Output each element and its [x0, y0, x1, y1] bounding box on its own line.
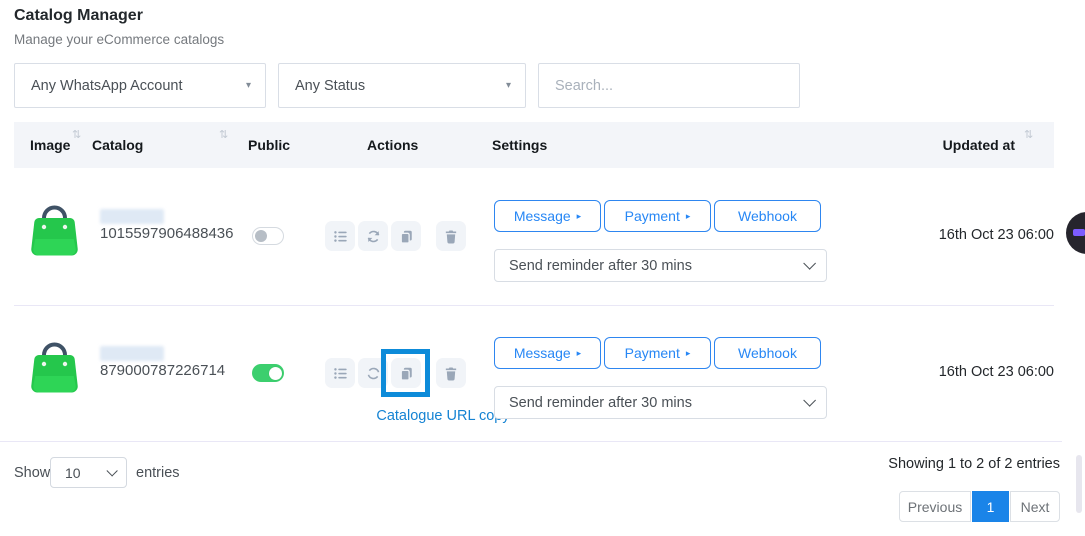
chevron-down-icon [803, 394, 816, 407]
page-size-value: 10 [65, 465, 81, 481]
message-settings-button[interactable]: Message ▸ [494, 200, 601, 232]
list-products-button[interactable] [325, 221, 355, 251]
submenu-caret-icon: ▸ [577, 349, 582, 358]
webhook-button-label: Webhook [738, 345, 797, 361]
page-title: Catalog Manager [14, 7, 143, 25]
webhook-button-label: Webhook [738, 208, 797, 224]
message-settings-button[interactable]: Message ▸ [494, 337, 601, 369]
delete-catalog-button[interactable] [436, 221, 466, 251]
catalog-name-redacted [100, 346, 164, 361]
catalog-name-redacted [100, 209, 164, 224]
sort-icon[interactable]: ⇅ [1024, 128, 1033, 141]
payment-settings-button[interactable]: Payment ▸ [604, 337, 711, 369]
whatsapp-account-dropdown-value: Any WhatsApp Account [31, 78, 183, 94]
floating-widget-button[interactable] [1066, 212, 1085, 254]
message-button-label: Message [514, 345, 571, 361]
catalog-image [27, 197, 82, 259]
dropdown-caret-icon: ▾ [246, 80, 251, 91]
public-toggle[interactable] [252, 227, 284, 245]
webhook-settings-button[interactable]: Webhook [714, 337, 821, 369]
toggle-knob [269, 367, 282, 380]
annotation-highlight-box [381, 349, 430, 397]
submenu-caret-icon: ▸ [686, 349, 691, 358]
reminder-select[interactable]: Send reminder after 30 mins [494, 386, 827, 419]
refresh-icon [366, 229, 381, 244]
delete-catalog-button[interactable] [436, 358, 466, 388]
webhook-settings-button[interactable]: Webhook [714, 200, 821, 232]
dropdown-caret-icon: ▾ [506, 80, 511, 91]
widget-glyph-icon [1073, 229, 1085, 236]
reminder-select[interactable]: Send reminder after 30 mins [494, 249, 827, 282]
entries-label: entries [136, 465, 180, 481]
sort-icon[interactable]: ⇅ [72, 128, 81, 141]
toggle-knob [255, 230, 267, 242]
list-products-button[interactable] [325, 358, 355, 388]
page-size-select[interactable]: 10 [50, 457, 127, 488]
copy-catalog-url-button[interactable] [391, 221, 421, 251]
payment-button-label: Payment [625, 345, 680, 361]
footer-divider [0, 441, 1062, 442]
trash-icon [444, 366, 458, 381]
page-subtitle: Manage your eCommerce catalogs [14, 32, 224, 47]
updated-at-value: 16th Oct 23 06:00 [900, 364, 1054, 380]
public-toggle[interactable] [252, 364, 284, 382]
showing-entries-text: Showing 1 to 2 of 2 entries [830, 456, 1060, 472]
scrollbar-thumb[interactable] [1076, 455, 1082, 513]
catalog-id: 1015597906488436 [100, 225, 233, 242]
submenu-caret-icon: ▸ [686, 212, 691, 221]
list-icon [333, 229, 348, 244]
reminder-select-value: Send reminder after 30 mins [509, 395, 692, 411]
chevron-down-icon [106, 465, 117, 476]
catalog-id: 879000787226714 [100, 362, 225, 379]
column-header-settings: Settings [492, 122, 547, 168]
search-input[interactable] [538, 63, 800, 108]
sort-icon[interactable]: ⇅ [219, 128, 228, 141]
whatsapp-account-dropdown[interactable]: Any WhatsApp Account ▾ [14, 63, 266, 108]
column-header-public: Public [248, 122, 290, 168]
column-header-catalog[interactable]: Catalog [92, 122, 143, 168]
column-header-actions: Actions [367, 122, 418, 168]
copy-icon [399, 229, 414, 244]
catalog-manager-page: Catalog Manager Manage your eCommerce ca… [0, 0, 1085, 536]
next-page-button[interactable]: Next [1010, 491, 1060, 522]
message-button-label: Message [514, 208, 571, 224]
status-dropdown-value: Any Status [295, 78, 365, 94]
chevron-down-icon [803, 257, 816, 270]
submenu-caret-icon: ▸ [577, 212, 582, 221]
updated-at-value: 16th Oct 23 06:00 [900, 227, 1054, 243]
status-dropdown[interactable]: Any Status ▾ [278, 63, 526, 108]
row-divider [14, 305, 1054, 306]
sync-catalog-button[interactable] [358, 221, 388, 251]
catalog-image [27, 334, 82, 396]
list-icon [333, 366, 348, 381]
payment-button-label: Payment [625, 208, 680, 224]
show-label: Show [14, 465, 50, 481]
current-page-button[interactable]: 1 [972, 491, 1009, 522]
column-header-image[interactable]: Image [30, 122, 70, 168]
payment-settings-button[interactable]: Payment ▸ [604, 200, 711, 232]
trash-icon [444, 229, 458, 244]
previous-page-button[interactable]: Previous [899, 491, 971, 522]
refresh-icon [366, 366, 381, 381]
reminder-select-value: Send reminder after 30 mins [509, 258, 692, 274]
column-header-updated-at[interactable]: Updated at [930, 122, 1015, 168]
